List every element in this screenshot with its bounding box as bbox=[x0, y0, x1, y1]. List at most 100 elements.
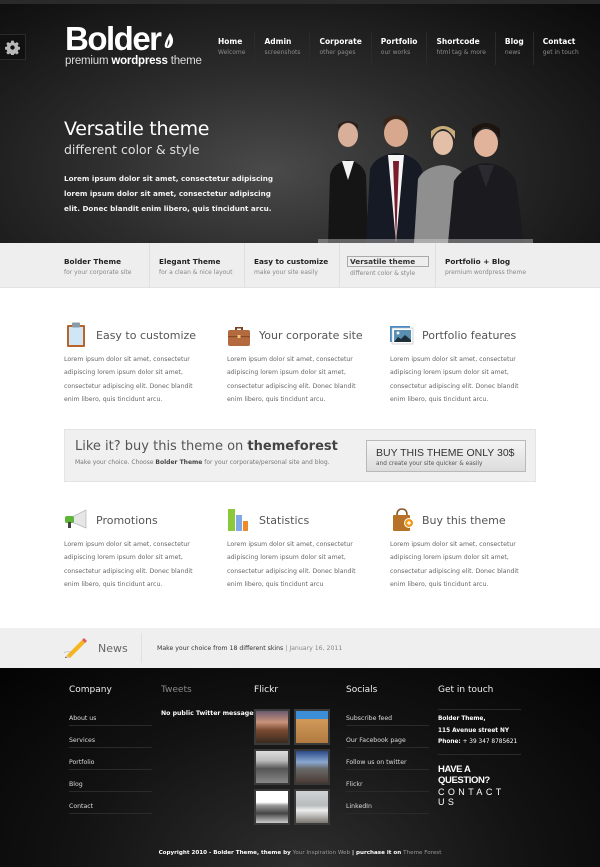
contact-info: Bolder Theme, 115 Avenue street NY Phone… bbox=[438, 710, 521, 754]
feature-text: Lorem ipsum dolor sit amet, consectetur … bbox=[390, 541, 519, 588]
flickr-thumb[interactable] bbox=[294, 709, 330, 745]
briefcase-icon bbox=[228, 327, 250, 346]
tab-bolder-theme[interactable]: Bolder Theme for your corporate site bbox=[50, 243, 150, 288]
footer-contact: Bolder Theme, 115 Avenue street NY Phone… bbox=[438, 709, 521, 807]
logo[interactable]: Bolder premium wordpress theme bbox=[65, 22, 202, 67]
tab-elegant-theme[interactable]: Elegant Theme for a clean & nice layout bbox=[145, 243, 245, 288]
buy-button-sublabel: and create your site quicker & easily bbox=[376, 461, 483, 467]
flickr-thumb[interactable] bbox=[254, 789, 290, 825]
footer-link-contact[interactable]: Contact bbox=[69, 792, 152, 814]
feature-text: Lorem ipsum dolor sit amet, consectetur … bbox=[64, 541, 193, 588]
nav-item-corporate[interactable]: Corporate other pages bbox=[310, 32, 372, 65]
footer-link-subscribe-feed[interactable]: Subscribe feed bbox=[346, 704, 429, 726]
buy-button-label: BUY THIS THEME ONLY 30$ bbox=[376, 447, 515, 459]
news-item[interactable]: Make your choice from 18 different skins… bbox=[157, 645, 342, 652]
tab-label: Bolder Theme bbox=[64, 257, 122, 266]
nav-item-portfolio[interactable]: Portfolio our works bbox=[372, 32, 428, 65]
footer-contact-title: Get in touch bbox=[438, 685, 494, 695]
feature-title: Promotions bbox=[96, 513, 158, 527]
feature-title: Easy to customize bbox=[96, 328, 197, 342]
nav-sublabel: screenshots bbox=[264, 49, 301, 56]
nav-item-home[interactable]: Home Welcome bbox=[209, 32, 256, 65]
tab-label: Elegant Theme bbox=[159, 257, 221, 266]
footer-link-twitter[interactable]: Follow us on twitter bbox=[346, 748, 429, 770]
hero-text: Lorem ipsum dolor sit amet, consectetur … bbox=[64, 174, 273, 213]
news-headline[interactable]: Make your choice from 18 different skins bbox=[157, 645, 283, 652]
tab-sublabel: make your site easily bbox=[254, 269, 318, 276]
header-hero: Bolder premium wordpress theme Home Welco… bbox=[0, 0, 600, 243]
contact-us-link[interactable]: CONTACT US bbox=[438, 787, 521, 807]
nav-item-shortcode[interactable]: Shortcode html tag & more bbox=[427, 32, 496, 65]
nav-sublabel: Welcome bbox=[218, 49, 246, 56]
gear-icon bbox=[5, 40, 20, 55]
nav-item-admin[interactable]: Admin screenshots bbox=[255, 32, 311, 65]
hero-subtitle: different color & style bbox=[64, 142, 200, 157]
question-heading: HAVE A QUESTION? bbox=[438, 763, 490, 786]
feature-title: Portfolio features bbox=[422, 328, 517, 342]
feature-corporate-site: Your corporate site Lorem ipsum dolor si… bbox=[227, 322, 377, 406]
flickr-thumb[interactable] bbox=[294, 789, 330, 825]
footer-link-services[interactable]: Services bbox=[69, 726, 152, 748]
footer-link-portfolio[interactable]: Portfolio bbox=[69, 748, 152, 770]
tab-label: Versatile theme bbox=[347, 256, 429, 267]
feature-portfolio: Portfolio features Lorem ipsum dolor sit… bbox=[390, 322, 540, 406]
footer-socials-title: Socials bbox=[346, 685, 378, 695]
footer-link-blog[interactable]: Blog bbox=[69, 770, 152, 792]
flickr-gallery bbox=[254, 709, 334, 825]
buy-banner-title: Like it? buy this theme on themeforest bbox=[75, 439, 338, 454]
nav-sublabel: news bbox=[504, 49, 521, 56]
nav-label: Shortcode bbox=[436, 37, 480, 46]
nav-label: Admin bbox=[264, 37, 292, 46]
flickr-thumb[interactable] bbox=[254, 709, 290, 745]
tab-portfolio-blog[interactable]: Portfolio + Blog premium wordpress theme bbox=[431, 243, 551, 288]
tab-versatile-theme[interactable]: Versatile theme different color & style bbox=[336, 243, 436, 288]
footer-link-flickr[interactable]: Flickr bbox=[346, 770, 429, 792]
tab-sublabel: premium wordpress theme bbox=[445, 269, 527, 276]
footer-link-linkedin[interactable]: LinkedIn bbox=[346, 792, 429, 814]
tab-label: Easy to customize bbox=[254, 257, 329, 266]
nav-sublabel: get in touch bbox=[542, 49, 579, 56]
divider bbox=[141, 633, 142, 663]
feature-title: Your corporate site bbox=[259, 328, 363, 342]
settings-button[interactable] bbox=[0, 34, 26, 60]
nav-sublabel: html tag & more bbox=[436, 49, 486, 56]
nav-label: Portfolio bbox=[380, 37, 418, 46]
feature-text: Lorem ipsum dolor sit amet, consectetur … bbox=[64, 356, 193, 403]
nav-label: Corporate bbox=[319, 37, 362, 46]
contact-phone: Phone: + 39 347 8785621 bbox=[438, 739, 518, 745]
nav-sublabel: our works bbox=[380, 49, 411, 56]
contact-name: Bolder Theme, bbox=[438, 716, 486, 722]
slider-tabs: Bolder Theme for your corporate site Eleg… bbox=[0, 243, 600, 288]
feature-promotions: Promotions Lorem ipsum dolor sit amet, c… bbox=[64, 507, 214, 591]
contact-address: 115 Avenue street NY bbox=[438, 727, 510, 734]
page: Bolder premium wordpress theme Home Welco… bbox=[0, 0, 600, 867]
flickr-thumb[interactable] bbox=[294, 749, 330, 785]
feature-title: Statistics bbox=[259, 513, 310, 527]
nav-item-contact[interactable]: Contact get in touch bbox=[534, 32, 588, 65]
footer-link-facebook[interactable]: Our Facebook page bbox=[346, 726, 429, 748]
nav-sublabel: other pages bbox=[319, 49, 356, 56]
feature-buy-theme: Buy this theme Lorem ipsum dolor sit ame… bbox=[390, 507, 540, 591]
buy-banner-text: Make your choice. Choose Bolder Theme fo… bbox=[75, 459, 330, 466]
buy-theme-button[interactable]: BUY THIS THEME ONLY 30$ and create your … bbox=[366, 440, 526, 472]
business-team-image bbox=[318, 115, 533, 243]
clipboard-icon bbox=[67, 322, 85, 347]
feature-text: Lorem ipsum dolor sit amet, consectetur … bbox=[227, 541, 356, 588]
footer-social-links: Subscribe feed Our Facebook page Follow … bbox=[346, 704, 429, 814]
author-link[interactable]: Your Inspiration Web bbox=[293, 850, 350, 856]
footer-link-about-us[interactable]: About us bbox=[69, 704, 152, 726]
footer-company-links: About us Services Portfolio Blog Contact bbox=[69, 704, 152, 814]
logo-text: Bolder bbox=[65, 20, 162, 57]
news-title: News bbox=[98, 642, 128, 655]
tab-easy-to-customize[interactable]: Easy to customize make your site easily bbox=[240, 243, 340, 288]
logo-tagline: premium wordpress theme bbox=[65, 55, 202, 67]
nav-label: Home bbox=[218, 37, 243, 46]
footer-tweets-title: Tweets bbox=[161, 685, 192, 695]
copyright: Copyright 2010 - Bolder Theme, theme by … bbox=[158, 850, 442, 856]
themeforest-link[interactable]: Theme Forest bbox=[403, 850, 441, 856]
nav-item-blog[interactable]: Blog news bbox=[496, 32, 534, 65]
flickr-thumb[interactable] bbox=[254, 749, 290, 785]
tab-sublabel: for a clean & nice layout bbox=[159, 269, 233, 276]
tab-label: Portfolio + Blog bbox=[445, 257, 511, 266]
feature-easy-to-customize: Easy to customize Lorem ipsum dolor sit … bbox=[64, 322, 214, 406]
